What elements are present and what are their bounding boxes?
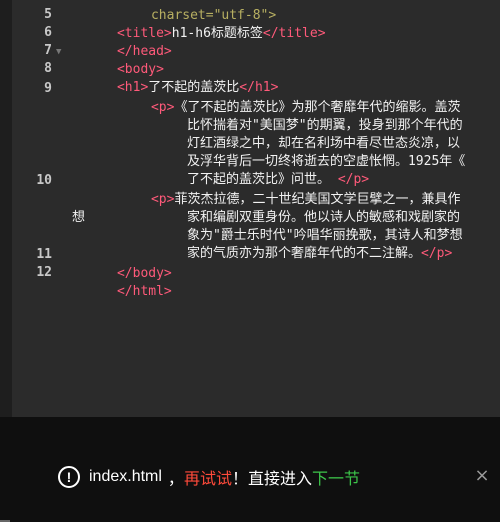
line-number: 9 xyxy=(44,81,52,96)
code-line: 家的气质亦为那个奢靡年代的不二注解。</p> xyxy=(140,227,452,261)
line-number: 10 xyxy=(36,173,52,188)
code-line: 及浮华背后一切终将逝去的空虚怅惘。1925年《 xyxy=(140,135,465,169)
code-line: 象为"爵士乐时代"吟唱华丽挽歌，其诗人和梦想 xyxy=(140,209,463,243)
line-number: 11 xyxy=(36,247,52,262)
code-line: </head> xyxy=(70,25,172,59)
left-panel-strip xyxy=(0,0,12,417)
next-section-link[interactable]: 下一节 xyxy=(312,465,360,489)
code-line: charset="utf-8"> xyxy=(150,8,277,23)
line-number-gutter: 5 6 7 ▼ 8 9 10 11 12 xyxy=(12,0,64,417)
line-number: 6 xyxy=(44,25,52,40)
fold-arrow-icon[interactable]: ▼ xyxy=(56,47,61,57)
info-icon: ! xyxy=(58,466,80,488)
status-message: ! index.html ， 再试试 ！直接进入 下一节 xyxy=(58,463,360,491)
message-middle-text: ！直接进入 xyxy=(231,471,312,488)
code-line: 了不起的盖茨比》问世。 </p> xyxy=(140,153,369,187)
code-area[interactable]: charset="utf-8"> <title>h1-h6标题标签</title… xyxy=(64,0,500,417)
close-icon[interactable]: × xyxy=(472,466,492,486)
line-number: 5 xyxy=(44,7,52,22)
code-line: <title>h1-h6标题标签</title> xyxy=(70,7,326,41)
code-line: 灯红酒绿之中，却在名利场中看尽世态炎凉，以 xyxy=(140,117,460,151)
code-line: 家和编剧双重身份。他以诗人的敏感和戏剧家的 xyxy=(140,191,460,225)
paragraph-text: 家的气质亦为那个奢靡年代的不二注解。 xyxy=(186,246,421,261)
code-line: <h1>了不起的盖茨比</h1> xyxy=(70,61,278,95)
code-line: <p>菲茨杰拉德，二十世纪美国文学巨擘之一，兼具作 xyxy=(104,173,461,207)
title-close-tag: </title> xyxy=(262,26,326,41)
file-name: index.html xyxy=(89,468,162,485)
wrapped-text-fragment: 想 xyxy=(72,210,86,225)
code-editor[interactable]: 5 6 7 ▼ 8 9 10 11 12 charset="utf-8"> <t… xyxy=(0,0,500,417)
code-line: </html> xyxy=(70,265,172,299)
code-line: </body> xyxy=(70,247,172,281)
code-line: <body> xyxy=(70,43,164,77)
html-close-tag: </html> xyxy=(116,284,172,299)
title-text: h1-h6标题标签 xyxy=(171,26,263,41)
separator-text: ， xyxy=(167,471,184,488)
code-line: 比怀揣着对"美国梦"的期翼，投身到那个年代的 xyxy=(140,99,463,133)
p-close-tag: </p> xyxy=(420,246,453,261)
line-number: 12 xyxy=(36,265,52,280)
line-number: 8 xyxy=(44,61,52,76)
line-number: 7 xyxy=(44,43,52,58)
code-line: <p>《了不起的盖茨比》为那个奢靡年代的缩影。盖茨 xyxy=(104,81,461,115)
retry-link[interactable]: 再试试 xyxy=(184,465,232,489)
